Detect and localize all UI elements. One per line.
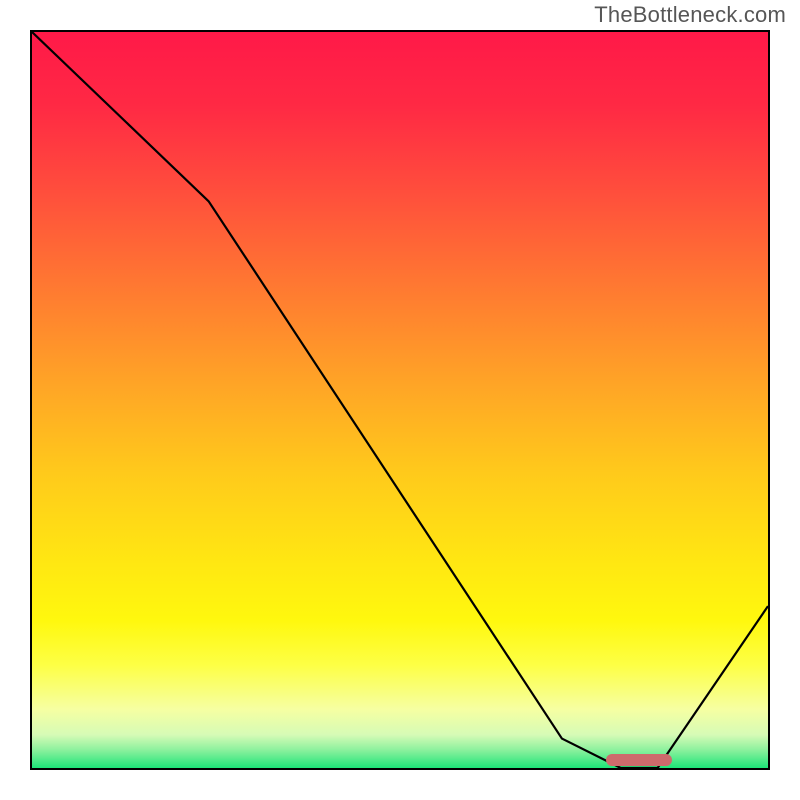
heatmap-gradient-bg [32, 32, 768, 768]
plot-area [30, 30, 770, 770]
optimal-range-marker [606, 754, 672, 766]
watermark-text: TheBottleneck.com [594, 2, 786, 28]
